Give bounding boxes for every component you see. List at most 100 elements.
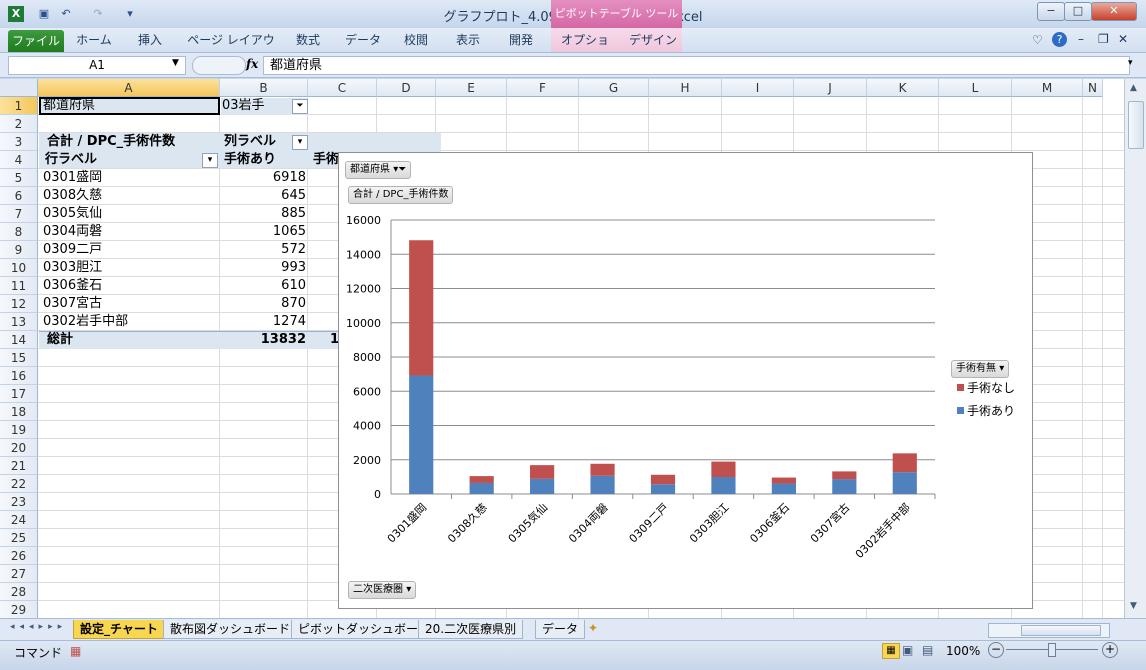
tab-design[interactable]: デザイン — [624, 28, 682, 52]
sheet-tab-pivot-dashboard[interactable]: ピボットダッシュボード — [291, 620, 438, 639]
tab-home[interactable]: ホーム — [70, 28, 118, 52]
vertical-scroll-thumb[interactable] — [1128, 101, 1144, 149]
row-header-9[interactable]: 9 — [0, 241, 38, 259]
row-header-3[interactable]: 3 — [0, 133, 38, 151]
new-sheet-icon[interactable]: ✦ — [588, 621, 598, 635]
column-header-d[interactable]: D — [377, 79, 436, 97]
name-box[interactable]: A1 — [8, 56, 186, 75]
name-box-dropdown-icon[interactable]: ▼ — [172, 58, 179, 68]
row-header-26[interactable]: 26 — [0, 547, 38, 565]
minimize-button[interactable]: − — [1037, 2, 1065, 21]
workbook-close-icon[interactable]: ✕ — [1118, 32, 1128, 46]
select-all-corner[interactable] — [0, 79, 38, 97]
customize-toolbar-icon[interactable]: ▾ — [122, 6, 138, 22]
tab-options[interactable]: オプション — [556, 28, 614, 71]
row-header-27[interactable]: 27 — [0, 565, 38, 583]
row-header-16[interactable]: 16 — [0, 367, 38, 385]
tab-insert[interactable]: 挿入 — [126, 28, 174, 52]
column-header-e[interactable]: E — [436, 79, 507, 97]
row-header-22[interactable]: 22 — [0, 475, 38, 493]
tab-view[interactable]: 表示 — [446, 28, 490, 52]
help-icon[interactable]: ? — [1052, 32, 1067, 47]
row-header-4[interactable]: 4 — [0, 151, 38, 169]
column-header-b[interactable]: B — [220, 79, 308, 97]
page-break-view-icon[interactable]: ▤ — [922, 643, 933, 657]
tab-data[interactable]: データ — [338, 28, 388, 52]
formula-bar-handle[interactable] — [192, 56, 246, 75]
column-header-i[interactable]: I — [722, 79, 794, 97]
excel-app-icon[interactable]: X — [8, 6, 24, 22]
column-header-a[interactable]: A — [38, 79, 220, 97]
row-header-25[interactable]: 25 — [0, 529, 38, 547]
row-header-12[interactable]: 12 — [0, 295, 38, 313]
row-header-15[interactable]: 15 — [0, 349, 38, 367]
maximize-button[interactable]: □ — [1064, 2, 1092, 21]
tab-review[interactable]: 校閲 — [396, 28, 436, 52]
insert-function-icon[interactable]: fx — [246, 57, 258, 71]
row-header-14[interactable]: 14 — [0, 331, 38, 349]
row-header-2[interactable]: 2 — [0, 115, 38, 133]
row-header-10[interactable]: 10 — [0, 259, 38, 277]
row-header-23[interactable]: 23 — [0, 493, 38, 511]
close-button[interactable]: ✕ — [1091, 2, 1137, 21]
column-header-m[interactable]: M — [1012, 79, 1083, 97]
row-header-11[interactable]: 11 — [0, 277, 38, 295]
pivot-filter-button-icon[interactable]: ⏷ — [292, 99, 308, 114]
column-header-f[interactable]: F — [507, 79, 579, 97]
sheet-tab-scatter-dashboard[interactable]: 散布図ダッシュボード — [163, 620, 298, 639]
row-header-13[interactable]: 13 — [0, 313, 38, 331]
row-header-21[interactable]: 21 — [0, 457, 38, 475]
zoom-slider-thumb[interactable] — [1048, 643, 1056, 657]
redo-icon[interactable]: ↷ — [90, 6, 106, 22]
zoom-level[interactable]: 100% — [946, 644, 980, 658]
sheet-tab-data[interactable]: データ — [535, 620, 586, 639]
row-label-dropdown-icon[interactable]: ▾ — [202, 153, 218, 168]
column-header-k[interactable]: K — [867, 79, 939, 97]
horizontal-scrollbar[interactable] — [988, 623, 1110, 638]
normal-view-icon[interactable]: ▦ — [882, 643, 900, 659]
column-header-j[interactable]: J — [794, 79, 867, 97]
row-header-19[interactable]: 19 — [0, 421, 38, 439]
save-icon[interactable]: ▣ — [36, 6, 52, 22]
zoom-in-icon[interactable]: + — [1102, 642, 1118, 658]
row-header-17[interactable]: 17 — [0, 385, 38, 403]
column-header-l[interactable]: L — [939, 79, 1012, 97]
row-header-6[interactable]: 6 — [0, 187, 38, 205]
column-label-dropdown-icon[interactable]: ▾ — [292, 135, 308, 150]
vertical-scrollbar[interactable]: ▲ ▼ — [1124, 79, 1146, 618]
column-header-n[interactable]: N — [1083, 79, 1103, 97]
tab-page-layout[interactable]: ページ レイアウト — [184, 28, 278, 71]
horizontal-scroll-thumb[interactable] — [1021, 625, 1101, 636]
column-header-h[interactable]: H — [649, 79, 722, 97]
row-header-18[interactable]: 18 — [0, 403, 38, 421]
row-header-8[interactable]: 8 — [0, 223, 38, 241]
sheet-tab-settings-chart[interactable]: 設定_チャート — [73, 620, 165, 639]
undo-icon[interactable]: ↶ — [58, 6, 74, 22]
column-header-g[interactable]: G — [579, 79, 649, 97]
scroll-up-icon[interactable]: ▲ — [1130, 83, 1137, 93]
pivot-chart[interactable]: 都道府県 ▾⏷ 合計 / DPC_手術件数 0 2000 4000 6000 8000 1… — [338, 152, 1033, 609]
row-header-24[interactable]: 24 — [0, 511, 38, 529]
row-header-29[interactable]: 29 — [0, 601, 38, 619]
page-layout-view-icon[interactable]: ▣ — [902, 643, 913, 657]
axis-field-button[interactable]: 二次医療圏 ▾ — [348, 581, 417, 599]
workbook-minimize-icon[interactable]: – — [1078, 32, 1084, 46]
row-header-20[interactable]: 20 — [0, 439, 38, 457]
legend-field-button[interactable]: 手術有無 ▾ — [951, 360, 1010, 378]
workbook-restore-icon[interactable]: ❐ — [1098, 32, 1109, 46]
row-header-7[interactable]: 7 — [0, 205, 38, 223]
column-header-c[interactable]: C — [308, 79, 377, 97]
zoom-out-icon[interactable]: − — [988, 642, 1004, 658]
tab-developer[interactable]: 開発 — [498, 28, 544, 52]
tab-file[interactable]: ファイル — [8, 30, 64, 52]
formula-expand-icon[interactable]: ▾ — [1128, 58, 1133, 68]
formula-input[interactable]: 都道府県 — [263, 56, 1130, 75]
row-header-1[interactable]: 1 — [0, 97, 38, 115]
row-header-28[interactable]: 28 — [0, 583, 38, 601]
sheet-tab-secondary-medical[interactable]: 20.二次医療県別 — [418, 620, 524, 639]
scroll-down-icon[interactable]: ▼ — [1130, 601, 1137, 611]
macro-record-icon[interactable]: ▦ — [70, 644, 81, 658]
sheet-nav-arrows-icon[interactable]: ◂◂◂▸▸▸ — [10, 622, 67, 632]
tab-formulas[interactable]: 数式 — [286, 28, 330, 52]
ribbon-minimize-icon[interactable]: ♡ — [1032, 33, 1043, 47]
